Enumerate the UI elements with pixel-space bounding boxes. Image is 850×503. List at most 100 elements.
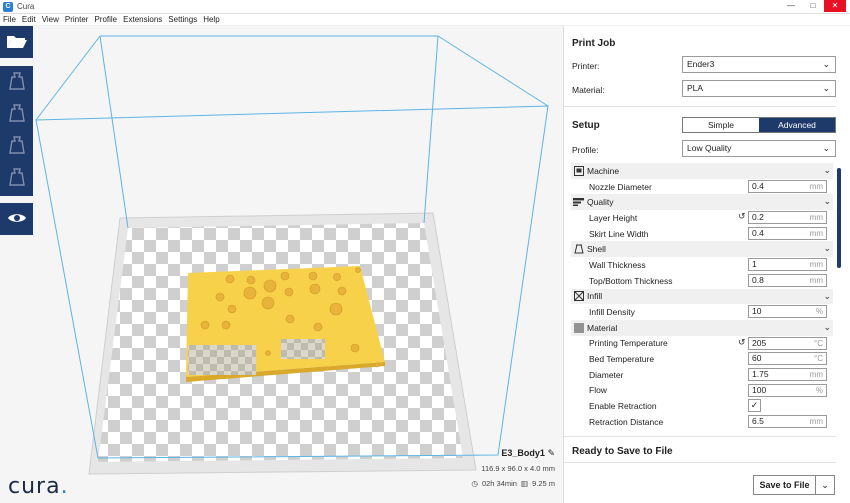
print-estimate: ◷ 02h 34min ▥ 9.25 m	[440, 479, 555, 488]
window-titlebar: C Cura — □ ✕	[0, 0, 850, 14]
object-info: E3_Body1 ✎ 116.9 x 96.0 x 4.0 mm ◷ 02h 3…	[440, 448, 555, 488]
layer-height-input[interactable]: 0.2 mm	[748, 211, 827, 225]
print-job-title: Print Job	[572, 38, 616, 49]
chevron-down-icon[interactable]: ⌄	[816, 476, 834, 494]
menu-file[interactable]: File	[3, 15, 16, 24]
menu-extensions[interactable]: Extensions	[123, 15, 162, 24]
advanced-mode-button[interactable]: Advanced	[759, 118, 835, 132]
transform-tools	[0, 66, 33, 196]
window-controls: — □ ✕	[780, 0, 846, 12]
mirror-tool-icon	[8, 168, 25, 188]
setting-top-bottom-thickness: Top/Bottom Thickness 0.8 mm	[571, 273, 833, 289]
maximize-icon[interactable]: □	[802, 0, 824, 12]
menu-profile[interactable]: Profile	[94, 15, 117, 24]
diameter-input[interactable]: 1.75 mm	[748, 367, 827, 381]
build-volume-edge	[99, 35, 129, 229]
machine-icon	[573, 165, 584, 176]
enable-retraction-checkbox[interactable]: ✓	[748, 399, 761, 413]
cura-logo: cura.	[8, 474, 69, 499]
nozzle-diameter-input[interactable]: 0.4 mm	[748, 179, 827, 193]
material-label: Material:	[572, 85, 605, 95]
simple-mode-button[interactable]: Simple	[683, 118, 759, 132]
setting-infill-density: Infill Density 10%	[571, 304, 833, 320]
move-tool-button[interactable]	[0, 66, 33, 98]
printing-temperature-input[interactable]: 205 °C	[748, 336, 827, 350]
wall-thickness-input[interactable]: 1 mm	[748, 258, 827, 272]
filament-icon: ▥	[520, 479, 529, 488]
setting-wall-thickness: Wall Thickness 1 mm	[571, 257, 833, 273]
save-to-file-button[interactable]: Save to File ⌄	[753, 475, 835, 495]
save-to-file-label[interactable]: Save to File	[754, 476, 816, 494]
object-name: E3_Body1	[501, 448, 545, 458]
menu-bar: File Edit View Printer Profile Extension…	[0, 14, 850, 26]
close-icon[interactable]: ✕	[824, 0, 846, 12]
rotate-tool-button[interactable]	[0, 130, 33, 162]
menu-settings[interactable]: Settings	[168, 15, 197, 24]
category-machine[interactable]: Machine ⌄	[571, 163, 833, 179]
reset-icon[interactable]: ↺	[738, 211, 746, 222]
mirror-tool-button[interactable]	[0, 162, 33, 194]
setting-nozzle-diameter: Nozzle Diameter 0.4 mm	[571, 179, 833, 195]
scale-tool-button[interactable]	[0, 98, 33, 130]
infill-icon	[573, 291, 584, 302]
chevron-down-icon: ⌄	[822, 143, 830, 153]
menu-view[interactable]: View	[42, 15, 59, 24]
top-bottom-thickness-input[interactable]: 0.8 mm	[748, 273, 827, 287]
model-e3-body1[interactable]	[186, 266, 385, 382]
settings-scrollbar[interactable]	[837, 163, 841, 431]
profile-label: Profile:	[572, 145, 599, 155]
window-title: Cura	[17, 2, 35, 11]
pencil-icon[interactable]: ✎	[547, 448, 555, 458]
menu-printer[interactable]: Printer	[65, 15, 89, 24]
infill-density-input[interactable]: 10%	[748, 305, 827, 319]
setting-printing-temperature: Printing Temperature ↺ 205 °C	[571, 336, 833, 352]
category-shell[interactable]: Shell ⌄	[571, 241, 833, 258]
setting-skirt-line-width: Skirt Line Width 0.4 mm	[571, 226, 833, 242]
setup-title: Setup	[572, 120, 600, 131]
clock-icon: ◷	[471, 479, 478, 488]
object-dimensions: 116.9 x 96.0 x 4.0 mm	[481, 464, 555, 473]
menu-help[interactable]: Help	[203, 15, 219, 24]
scrollbar-thumb[interactable]	[837, 168, 841, 268]
minimize-icon[interactable]: —	[780, 0, 802, 12]
build-plate-viewport[interactable]	[0, 26, 563, 503]
build-volume-edge	[437, 35, 549, 107]
chevron-down-icon: ⌄	[822, 59, 830, 69]
settings-list: Machine ⌄ Nozzle Diameter 0.4 mm Quality ⌄ …	[571, 163, 833, 431]
profile-select[interactable]: Low Quality ⌄	[682, 140, 836, 157]
flow-input[interactable]: 100%	[748, 383, 827, 397]
build-volume-edge	[423, 35, 439, 224]
settings-panel: Print Job Printer: Ender3 ⌄ Material: PLA…	[563, 26, 850, 503]
filament-length: 9.25 m	[532, 479, 555, 488]
setting-bed-temperature: Bed Temperature 60 °C	[571, 351, 833, 367]
chevron-down-icon: ⌄	[823, 165, 831, 175]
cura-app-icon: C	[3, 1, 13, 12]
setting-retraction-distance: Retraction Distance 6.5 mm	[571, 414, 833, 430]
menu-edit[interactable]: Edit	[22, 15, 36, 24]
build-volume-scene	[35, 35, 549, 475]
open-folder-icon	[6, 33, 28, 51]
category-infill[interactable]: Infill ⌄	[571, 288, 833, 305]
chevron-down-icon: ⌄	[823, 196, 831, 207]
chevron-down-icon: ⌄	[823, 243, 831, 254]
printer-label: Printer:	[572, 61, 600, 71]
object-name-row: E3_Body1 ✎	[440, 448, 555, 459]
chevron-down-icon: ⌄	[822, 83, 830, 93]
printer-select[interactable]: Ender3 ⌄	[682, 56, 836, 73]
divider	[564, 462, 836, 463]
setting-layer-height: Layer Height ↺ 0.2 mm	[571, 210, 833, 226]
chevron-down-icon: ⌄	[823, 321, 831, 332]
category-material[interactable]: Material ⌄	[571, 319, 833, 336]
view-mode-button[interactable]	[0, 203, 33, 235]
material-select[interactable]: PLA ⌄	[682, 80, 836, 97]
bed-temperature-input[interactable]: 60 °C	[748, 352, 827, 366]
category-quality[interactable]: Quality ⌄	[571, 194, 833, 211]
open-file-button[interactable]	[0, 26, 33, 58]
quality-icon	[573, 197, 584, 207]
chevron-down-icon: ⌄	[823, 290, 831, 301]
skirt-line-width-input[interactable]: 0.4 mm	[748, 226, 827, 240]
retraction-distance-input[interactable]: 6.5 mm	[748, 415, 827, 428]
rotate-tool-icon	[8, 136, 25, 156]
print-time: 02h 34min	[481, 479, 517, 488]
reset-icon[interactable]: ↺	[738, 337, 746, 348]
